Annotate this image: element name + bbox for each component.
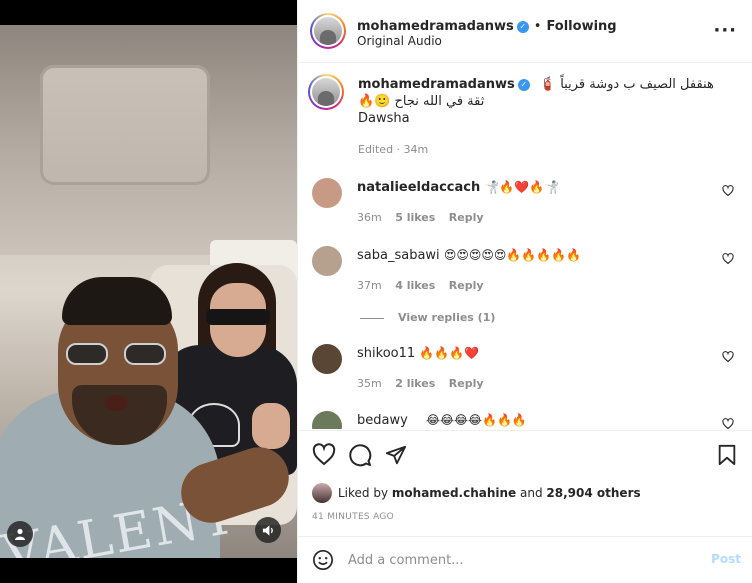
- video-man-hair: [62, 277, 172, 325]
- heart-icon: [312, 443, 336, 466]
- following-button[interactable]: Following: [546, 19, 616, 34]
- bookmark-icon: [718, 444, 736, 466]
- view-replies-button[interactable]: View replies (1): [360, 311, 495, 324]
- likes-summary: Liked by mohamed.chahine and 28,904 othe…: [312, 483, 641, 503]
- comment-like-button[interactable]: [722, 253, 734, 268]
- comments-scroll-area[interactable]: mohamedramadanws ✓ هنقفل الصيف ب دوشة قري…: [298, 64, 752, 429]
- post-side-panel: mohamedramadanws ✓ • Following Original Aud…: [297, 0, 752, 583]
- caption-text: mohamedramadanws ✓ هنقفل الصيف ب دوشة قري…: [358, 76, 738, 158]
- comment-username[interactable]: bedawy: [357, 413, 408, 428]
- comment-like-button[interactable]: [722, 351, 734, 366]
- reply-button[interactable]: Reply: [449, 279, 484, 292]
- author-avatar[interactable]: [310, 13, 346, 49]
- comment-username[interactable]: natalieeldaccach: [357, 180, 480, 195]
- more-icon[interactable]: ···: [713, 20, 737, 41]
- liked-by-others[interactable]: 28,904 others: [546, 486, 640, 500]
- video-girl-hand: [252, 403, 290, 449]
- caption-line-3: Dawsha: [358, 111, 410, 126]
- header-title-row: mohamedramadanws ✓ • Following: [357, 15, 617, 34]
- comment-avatar[interactable]: [312, 178, 342, 208]
- comment-username[interactable]: saba_sabawi: [357, 248, 440, 263]
- video-sunroof: [40, 65, 210, 185]
- verified-icon: ✓: [516, 20, 529, 33]
- comment-composer: Post: [298, 536, 752, 583]
- comment-like-button[interactable]: [722, 418, 734, 429]
- save-button[interactable]: [715, 443, 739, 467]
- comment-time: 35m: [357, 377, 382, 390]
- post-actions: Liked by mohamed.chahine and 28,904 othe…: [298, 430, 752, 530]
- author-username[interactable]: mohamedramadanws: [357, 19, 514, 34]
- reel-video[interactable]: VALENT: [0, 25, 297, 558]
- video-man-sunglasses: [66, 343, 166, 365]
- reply-button[interactable]: Reply: [449, 211, 484, 224]
- share-icon: [385, 445, 407, 465]
- mute-toggle-button[interactable]: [255, 517, 281, 543]
- comment-time: 36m: [357, 211, 382, 224]
- comment-text: 🔥🔥🔥❤️: [419, 346, 480, 360]
- post-header: mohamedramadanws ✓ • Following Original Aud…: [298, 0, 752, 63]
- like-button[interactable]: [312, 443, 336, 467]
- comment-item: natalieeldaccach 🤺🔥❤️🔥🤺 36m 5 likes Repl…: [312, 178, 742, 238]
- reply-button[interactable]: Reply: [449, 377, 484, 390]
- follow-separator: •: [533, 19, 542, 34]
- comment-like-button[interactable]: [722, 185, 734, 200]
- comment-text: 😂😂😂😂🔥🔥🔥: [425, 413, 527, 427]
- caption-edited: Edited · 34m: [358, 143, 429, 156]
- heart-icon: [722, 351, 734, 363]
- comment-body: shikoo11 🔥🔥🔥❤️: [357, 346, 717, 361]
- video-man-mouth: [104, 395, 128, 411]
- post-comment-button[interactable]: Post: [711, 552, 741, 566]
- comment-icon: [349, 444, 372, 467]
- comment-avatar[interactable]: [312, 411, 342, 429]
- heart-icon: [722, 185, 734, 197]
- caption-line-2: ثقة في الله نجاح 🙂🔥: [358, 94, 485, 109]
- liked-by-joiner: and: [520, 486, 543, 500]
- comment-likes[interactable]: 2 likes: [395, 377, 435, 390]
- user-icon: [15, 528, 25, 540]
- comment-body: natalieeldaccach 🤺🔥❤️🔥🤺: [357, 180, 717, 195]
- comment-text: 😍😍😍😍😍🔥🔥🔥🔥🔥: [443, 248, 582, 262]
- comment-body: saba_sabawi 😍😍😍😍😍🔥🔥🔥🔥🔥: [357, 248, 717, 263]
- caption-line-1: هنقفل الصيف ب دوشة قريباً 🧯: [539, 77, 714, 92]
- volume-icon: [262, 524, 273, 536]
- caption-username[interactable]: mohamedramadanws: [358, 77, 515, 92]
- liked-by-user[interactable]: mohamed.chahine: [392, 486, 516, 500]
- comment-button[interactable]: [348, 443, 372, 467]
- caption-avatar[interactable]: [308, 74, 344, 110]
- liked-by-prefix: Liked by: [338, 486, 389, 500]
- tagged-users-button[interactable]: [7, 521, 33, 547]
- verified-icon: ✓: [517, 78, 530, 91]
- comment-item: shikoo11 🔥🔥🔥❤️ 35m 2 likes Reply: [312, 344, 742, 404]
- comment-avatar[interactable]: [312, 246, 342, 276]
- heart-icon: [722, 418, 734, 429]
- comment-text: 🤺🔥❤️🔥🤺: [484, 180, 560, 194]
- comment-avatar[interactable]: [312, 344, 342, 374]
- comment-body: bedawy 😂😂😂😂🔥🔥🔥: [357, 413, 717, 428]
- comment-meta: 37m 4 likes Reply: [357, 279, 494, 292]
- emoji-button[interactable]: [312, 549, 334, 571]
- post-media[interactable]: VALENT: [0, 0, 297, 583]
- share-button[interactable]: [384, 443, 408, 467]
- post-timestamp[interactable]: 41 MINUTES AGO: [312, 512, 394, 522]
- liker-avatar[interactable]: [312, 483, 332, 503]
- smile-icon: [313, 550, 333, 570]
- comment-input[interactable]: [348, 547, 688, 573]
- heart-icon: [722, 253, 734, 265]
- comment-meta: 35m 2 likes Reply: [357, 377, 494, 390]
- comment-item: saba_sabawi 😍😍😍😍😍🔥🔥🔥🔥🔥 37m 4 likes Reply: [312, 246, 742, 306]
- comment-time: 37m: [357, 279, 382, 292]
- comment-likes[interactable]: 4 likes: [395, 279, 435, 292]
- video-girl-sunglasses: [206, 309, 270, 325]
- comment-meta: 36m 5 likes Reply: [357, 211, 494, 224]
- audio-link[interactable]: Original Audio: [357, 34, 442, 48]
- comment-username[interactable]: shikoo11: [357, 346, 415, 361]
- comment-likes[interactable]: 5 likes: [395, 211, 435, 224]
- comment-item: bedawy 😂😂😂😂🔥🔥🔥: [312, 411, 742, 429]
